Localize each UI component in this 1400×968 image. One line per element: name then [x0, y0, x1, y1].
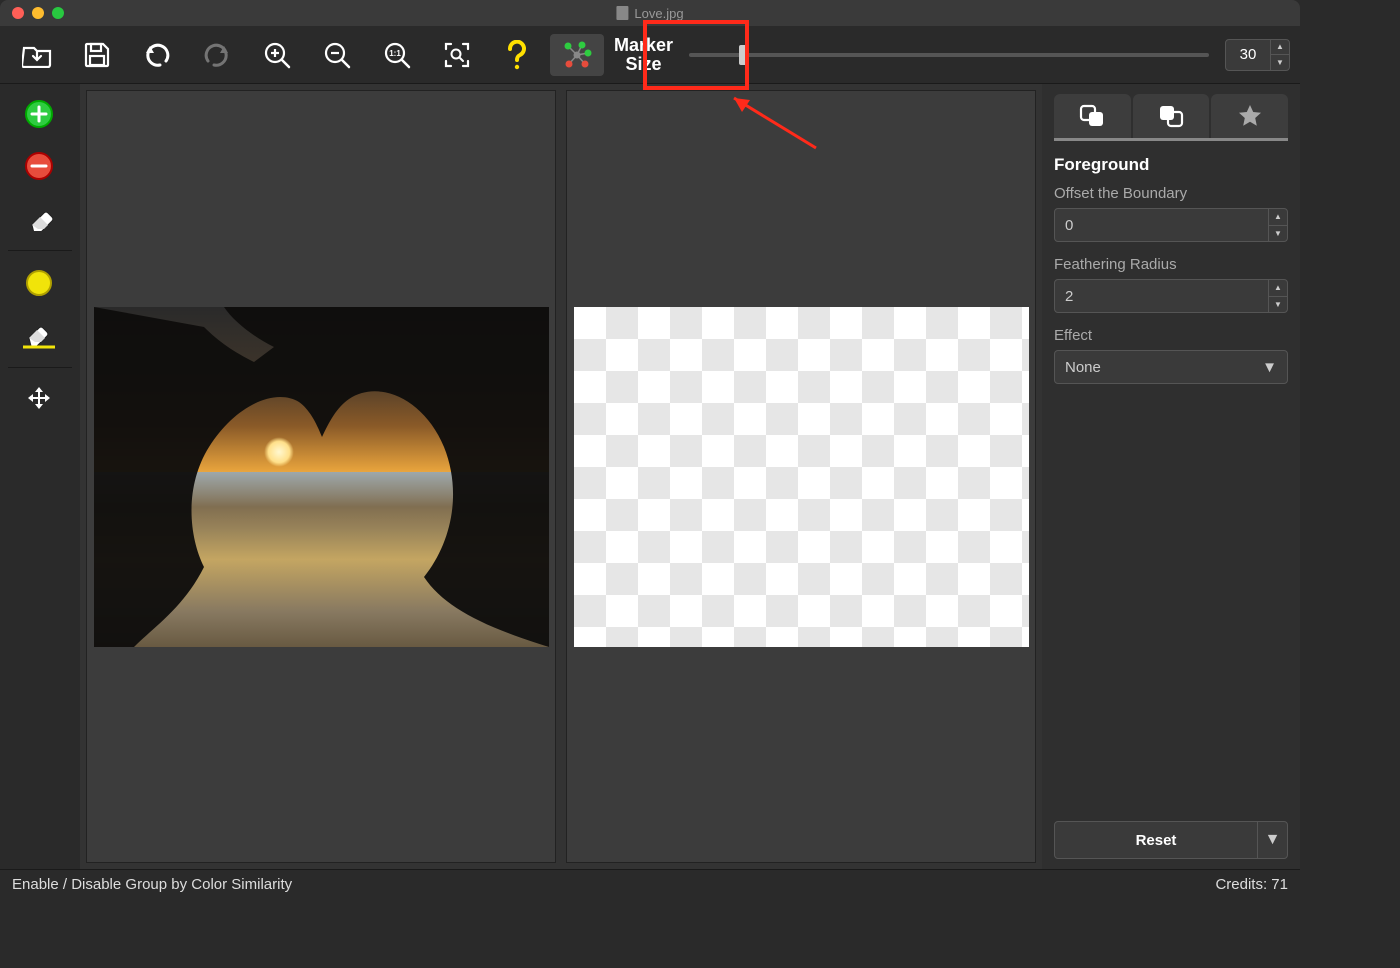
zoom-fit-button[interactable]: [430, 34, 484, 76]
source-image: [94, 307, 549, 647]
foreground-tab-icon: [1078, 104, 1106, 128]
zoom-actual-button[interactable]: 1:1: [370, 34, 424, 76]
effect-select[interactable]: None ▼: [1054, 350, 1288, 384]
save-icon: [83, 41, 111, 69]
zoom-out-icon: [323, 41, 351, 69]
reset-dropdown[interactable]: ▼: [1257, 822, 1287, 858]
file-icon: [616, 6, 628, 20]
eraser-yellow-icon: [19, 320, 59, 350]
window-title-text: Love.jpg: [634, 6, 683, 21]
effect-label: Effect: [1054, 327, 1288, 344]
background-tab-icon: [1157, 104, 1185, 128]
zoom-out-button[interactable]: [310, 34, 364, 76]
offset-up[interactable]: ▲: [1269, 209, 1287, 226]
tool-add-foreground[interactable]: [8, 92, 70, 136]
hands-silhouette: [94, 307, 549, 647]
tab-favorites[interactable]: [1211, 94, 1288, 138]
status-bar: Enable / Disable Group by Color Similari…: [0, 869, 1300, 899]
move-arrows-icon: [24, 385, 54, 415]
offset-input[interactable]: 0 ▲ ▼: [1054, 208, 1288, 242]
minimize-window-button[interactable]: [32, 7, 44, 19]
marker-size-slider[interactable]: [689, 53, 1209, 57]
feather-label: Feathering Radius: [1054, 256, 1288, 273]
tab-foreground[interactable]: [1054, 94, 1131, 138]
chevron-down-icon: ▼: [1262, 359, 1277, 376]
save-button[interactable]: [70, 34, 124, 76]
status-credits: Credits: 71: [1215, 876, 1288, 893]
window-controls: [0, 7, 64, 19]
redo-button[interactable]: [190, 34, 244, 76]
panel-tabs: [1054, 94, 1288, 141]
marker-size-stepper: ▲ ▼: [1270, 40, 1289, 70]
canvas-area: [80, 84, 1042, 869]
tool-separator: [8, 250, 72, 251]
maximize-window-button[interactable]: [52, 7, 64, 19]
zoom-in-icon: [263, 41, 291, 69]
feather-value: 2: [1055, 280, 1268, 312]
svg-text:1:1: 1:1: [389, 49, 401, 58]
plus-circle-green-icon: [23, 98, 55, 130]
feather-input[interactable]: 2 ▲ ▼: [1054, 279, 1288, 313]
tab-background[interactable]: [1133, 94, 1210, 138]
status-left: Enable / Disable Group by Color Similari…: [12, 876, 292, 893]
marker-size-value: 30: [1226, 40, 1270, 70]
help-button[interactable]: [490, 34, 544, 76]
main-area: Foreground Offset the Boundary 0 ▲ ▼ Fea…: [0, 84, 1300, 869]
network-icon: [560, 40, 594, 70]
marker-size-input[interactable]: 30 ▲ ▼: [1225, 39, 1290, 71]
effect-value: None: [1065, 359, 1101, 376]
left-toolbar: [0, 84, 80, 869]
offset-label: Offset the Boundary: [1054, 185, 1288, 202]
panel-section-title: Foreground: [1054, 155, 1288, 175]
tool-highlight-eraser[interactable]: [8, 313, 70, 357]
feather-up[interactable]: ▲: [1269, 280, 1287, 297]
zoom-fit-icon: [443, 41, 471, 69]
undo-icon: [142, 43, 172, 67]
tool-remove-background[interactable]: [8, 144, 70, 188]
help-icon: [506, 40, 528, 70]
minus-circle-red-icon: [23, 150, 55, 182]
marker-size-down[interactable]: ▼: [1271, 55, 1289, 70]
zoom-in-button[interactable]: [250, 34, 304, 76]
result-pane[interactable]: [566, 90, 1036, 863]
tool-eraser[interactable]: [8, 196, 70, 240]
close-window-button[interactable]: [12, 7, 24, 19]
group-similarity-button[interactable]: [550, 34, 604, 76]
right-panel: Foreground Offset the Boundary 0 ▲ ▼ Fea…: [1042, 84, 1300, 869]
feather-down[interactable]: ▼: [1269, 297, 1287, 313]
zoom-1-1-icon: 1:1: [383, 41, 411, 69]
star-icon: [1237, 103, 1263, 129]
source-pane[interactable]: [86, 90, 556, 863]
reset-button[interactable]: Reset ▼: [1054, 821, 1288, 859]
window-title: Love.jpg: [616, 6, 683, 21]
marker-size-slider-wrap: [679, 53, 1219, 57]
transparency-checker: [574, 307, 1029, 647]
toolbar: 1:1 Marker Size: [0, 26, 1300, 84]
tool-move[interactable]: [8, 378, 70, 422]
undo-button[interactable]: [130, 34, 184, 76]
reset-label: Reset: [1055, 822, 1257, 858]
yellow-dot-icon: [23, 267, 55, 299]
tool-separator-2: [8, 367, 72, 368]
folder-open-icon: [22, 42, 52, 68]
open-button[interactable]: [10, 34, 64, 76]
offset-value: 0: [1055, 209, 1268, 241]
redo-icon: [202, 43, 232, 67]
offset-down[interactable]: ▼: [1269, 226, 1287, 242]
marker-size-up[interactable]: ▲: [1271, 40, 1289, 56]
marker-size-label: Marker Size: [614, 36, 673, 74]
titlebar: Love.jpg: [0, 0, 1300, 26]
eraser-icon: [22, 205, 56, 231]
tool-highlight-yellow[interactable]: [8, 261, 70, 305]
